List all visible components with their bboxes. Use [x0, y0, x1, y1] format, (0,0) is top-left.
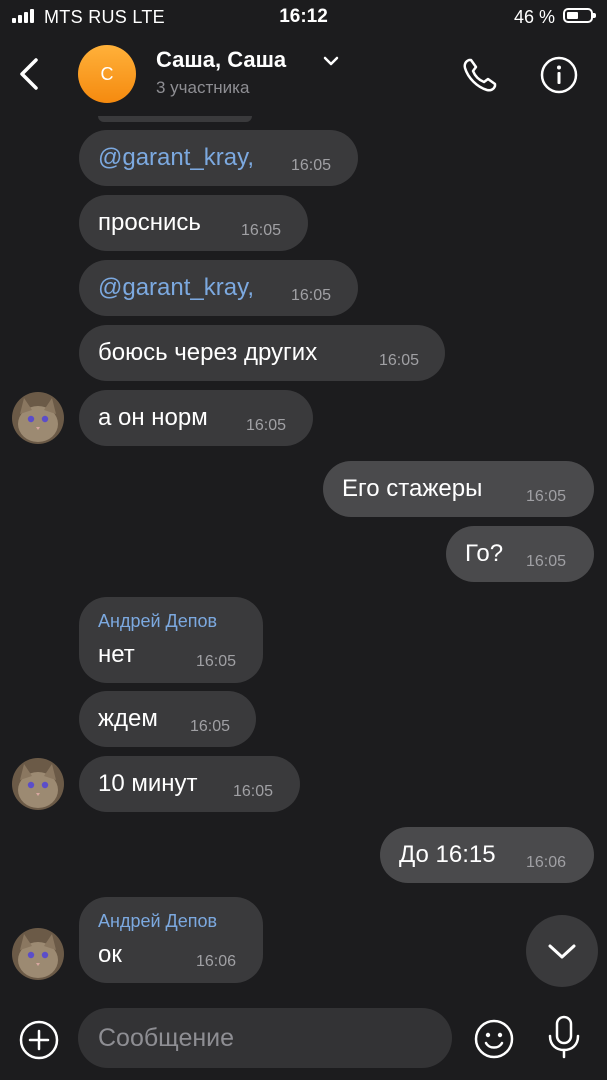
sender-name[interactable]: Андрей Депов	[98, 911, 217, 932]
sender-avatar[interactable]	[12, 392, 64, 444]
sender-avatar[interactable]	[12, 758, 64, 810]
cat-avatar-icon	[12, 758, 64, 810]
message-list[interactable]: @garant_kray, 16:05 проснись 16:05 @gara…	[0, 116, 607, 996]
message-time: 16:05	[196, 653, 237, 670]
message-bubble[interactable]: проснись 16:05	[79, 195, 308, 251]
battery-icon	[563, 8, 596, 23]
add-attachment-icon[interactable]	[18, 1019, 60, 1061]
message-text: ок	[98, 941, 122, 968]
message-bubble[interactable]: Андрей Депов ок 16:06	[79, 897, 263, 983]
chat-title[interactable]: Саша, Саша	[156, 47, 286, 73]
message-bubble[interactable]: а он норм 16:05	[79, 390, 313, 446]
chevron-down-icon[interactable]	[322, 54, 340, 68]
message-bubble[interactable]: ждем 16:05	[79, 691, 256, 747]
message-time: 16:05	[379, 352, 420, 369]
microphone-icon[interactable]	[546, 1014, 582, 1060]
message-text: боюсь через других	[98, 339, 318, 366]
composer-bar: Сообщение	[0, 996, 607, 1080]
cat-avatar-icon	[12, 928, 64, 980]
message-time: 16:05	[241, 222, 282, 239]
cat-avatar-icon	[12, 392, 64, 444]
message-time: 16:06	[526, 854, 567, 871]
sender-avatar[interactable]	[12, 928, 64, 980]
message-time: 16:05	[190, 718, 231, 735]
message-text: а он норм	[98, 404, 208, 431]
message-time: 16:05	[233, 783, 274, 800]
message-text[interactable]: @garant_kray,	[98, 274, 254, 302]
message-time: 16:05	[526, 488, 567, 505]
chevron-down-icon	[548, 944, 576, 959]
emoji-icon[interactable]	[473, 1018, 515, 1060]
message-bubble[interactable]: боюсь через других 16:05	[79, 325, 445, 381]
message-text[interactable]: @garant_kray,	[98, 144, 254, 172]
message-bubble[interactable]: @garant_kray, 16:05	[79, 130, 358, 186]
message-bubble[interactable]: Андрей Депов нет 16:05	[79, 597, 263, 683]
message-text: До 16:15	[399, 841, 496, 868]
previous-message-edge	[98, 116, 252, 122]
message-bubble[interactable]: 10 минут 16:05	[79, 756, 300, 812]
message-text: нет	[98, 641, 135, 668]
message-time: 16:05	[291, 157, 332, 174]
message-time: 16:05	[291, 287, 332, 304]
message-bubble[interactable]: @garant_kray, 16:05	[79, 260, 358, 316]
message-text: 10 минут	[98, 770, 198, 797]
participants-count: 3 участника	[156, 78, 250, 97]
message-text: проснись	[98, 209, 201, 236]
phone-icon[interactable]	[460, 55, 500, 95]
message-time: 16:05	[246, 417, 287, 434]
message-input[interactable]: Сообщение	[78, 1008, 452, 1068]
message-time: 16:06	[196, 953, 237, 970]
message-bubble-outgoing[interactable]: Его стажеры 16:05	[323, 461, 594, 517]
status-bar: MTS RUS LTE 16:12 46 %	[0, 0, 607, 34]
back-chevron-icon[interactable]	[16, 56, 44, 92]
battery-percent: 46 %	[513, 7, 555, 27]
scroll-to-bottom-button[interactable]	[526, 915, 598, 987]
message-text: Го?	[465, 540, 504, 567]
message-text: ждем	[98, 705, 158, 732]
chat-header: С Саша, Саша 3 участника	[0, 34, 607, 116]
message-time: 16:05	[526, 553, 567, 570]
sender-name[interactable]: Андрей Депов	[98, 611, 217, 632]
message-bubble-outgoing[interactable]: Го? 16:05	[446, 526, 594, 582]
chat-avatar[interactable]: С	[78, 45, 136, 103]
message-bubble-outgoing[interactable]: До 16:15 16:06	[380, 827, 594, 883]
info-icon[interactable]	[539, 55, 579, 95]
message-text: Его стажеры	[342, 475, 483, 502]
